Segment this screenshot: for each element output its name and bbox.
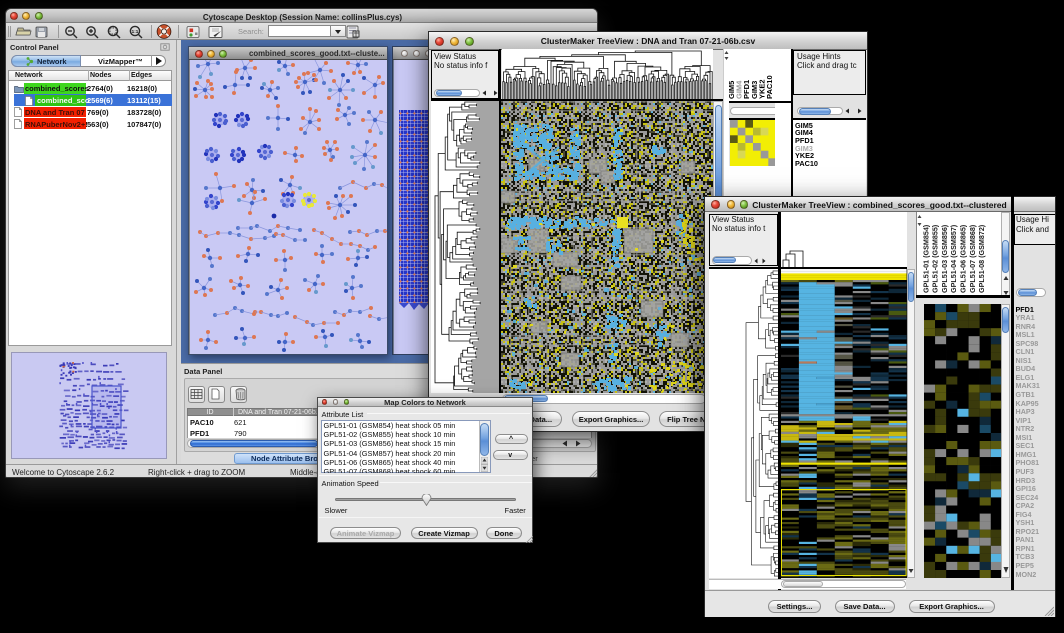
svg-text:GPL51-06 (GSM865): GPL51-06 (GSM865) [959, 224, 968, 293]
svg-text:GPL51-08 (GSM872): GPL51-08 (GSM872) [977, 224, 986, 293]
svg-text:GPL51-03 (GSM856): GPL51-03 (GSM856) [940, 224, 949, 293]
svg-text:1:1: 1:1 [132, 29, 139, 34]
svg-text:GPL51-01 (GSM854): GPL51-01 (GSM854) [921, 224, 930, 293]
svg-text:GPL51-04 (GSM857): GPL51-04 (GSM857) [949, 224, 958, 293]
svg-text:PAC10: PAC10 [765, 75, 774, 99]
svg-text:GPL51-07 (GSM868): GPL51-07 (GSM868) [968, 224, 977, 293]
svg-text:GPL51-02 (GSM855): GPL51-02 (GSM855) [931, 224, 940, 293]
